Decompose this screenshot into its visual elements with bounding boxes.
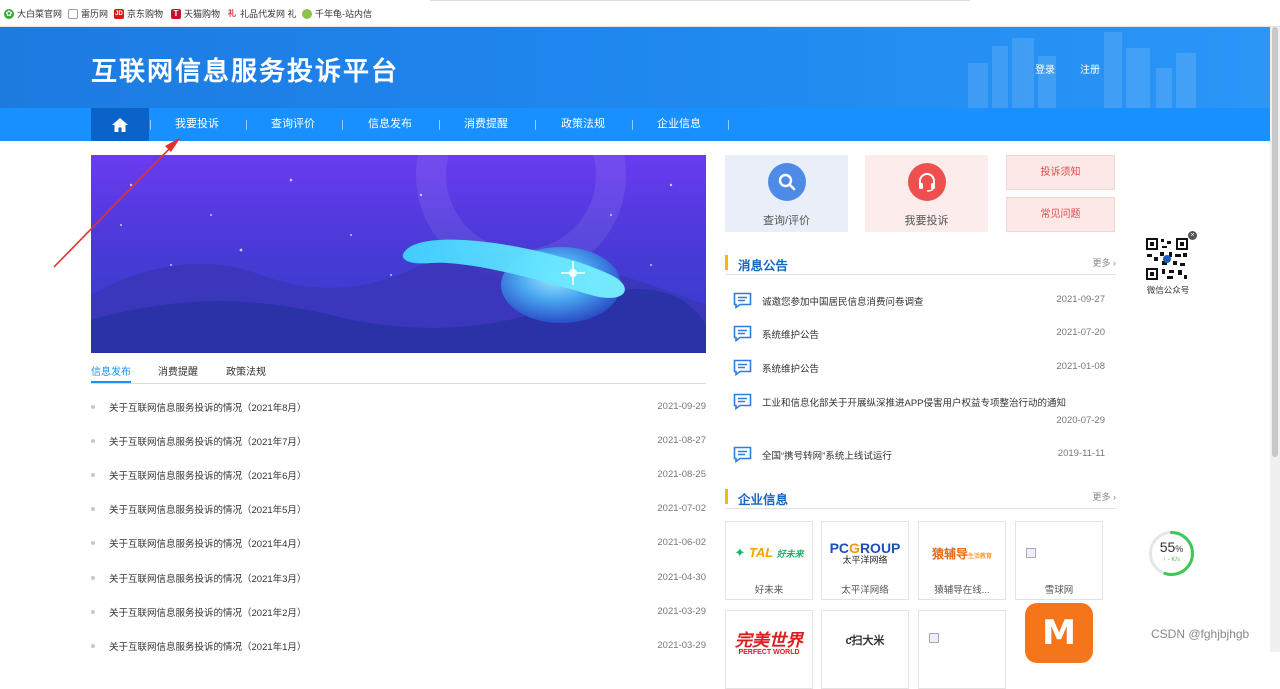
red-arrow-annotation	[53, 137, 181, 268]
watermark: CSDN @fghjbjhgb	[1151, 627, 1250, 641]
scrollbar-thumb[interactable]	[1272, 27, 1278, 457]
gauge-subtext: ↑ - K/s	[1162, 557, 1180, 563]
wechat-label: 微信公众号	[1146, 285, 1190, 295]
wechat-qr-code[interactable]	[1145, 237, 1189, 281]
gauge-value: 55%	[1159, 539, 1184, 555]
close-icon[interactable]: ×	[1188, 231, 1197, 240]
